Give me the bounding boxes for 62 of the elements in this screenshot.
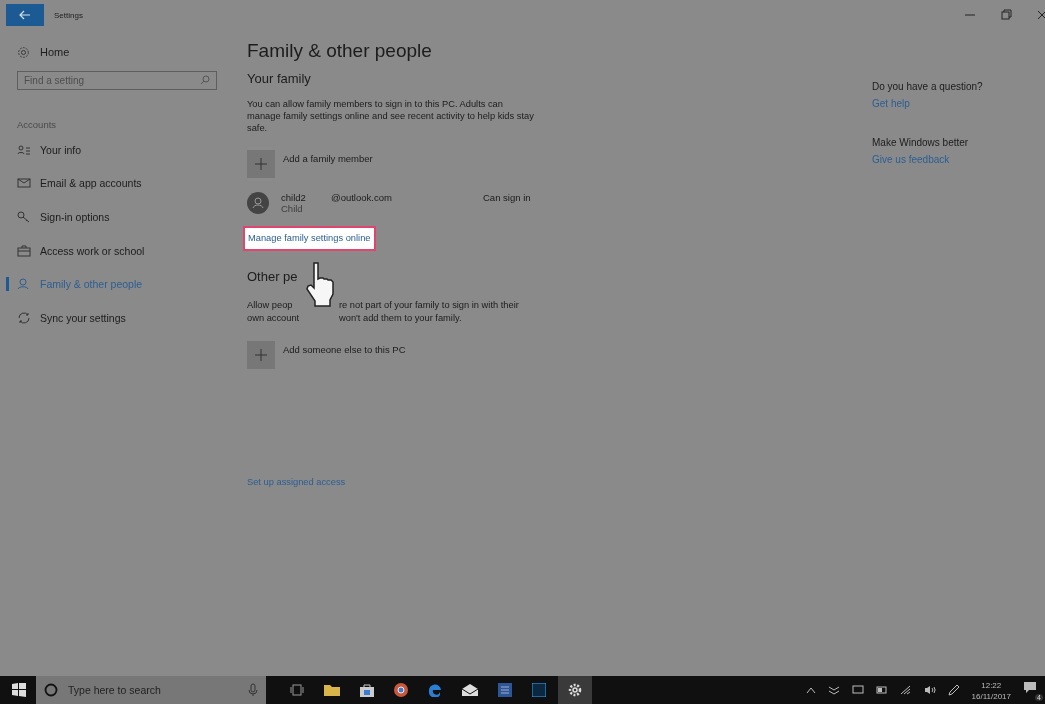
gear-icon — [17, 45, 30, 59]
plus-icon — [255, 349, 267, 361]
key-icon — [17, 211, 31, 223]
shopping-bag-icon[interactable] — [360, 683, 374, 697]
section-heading: Other pe — [247, 269, 299, 286]
member-status: Can sign in — [483, 191, 531, 203]
help-heading: Do you have a question? — [872, 81, 984, 92]
settings-icon[interactable] — [568, 683, 582, 697]
clock-time: 12:22 — [981, 680, 1002, 691]
member-role: Child — [281, 203, 304, 214]
taskbar-search-box[interactable]: Type here to search — [36, 676, 266, 704]
hand-cursor-icon — [303, 261, 337, 307]
sync-icon — [17, 311, 31, 324]
add-someone-label[interactable]: Add someone else to this PC — [283, 344, 406, 355]
help-heading: Make Windows better — [872, 137, 970, 148]
member-name: child2 — [281, 192, 307, 203]
sidebar-item[interactable]: Sync your settings — [0, 300, 235, 335]
mail-icon[interactable] — [462, 684, 478, 696]
avatar-icon — [247, 192, 269, 214]
sidebar-item[interactable]: Your info — [0, 133, 235, 167]
briefcase-icon — [17, 244, 31, 257]
sidebar-item[interactable]: Sign-in options — [0, 200, 235, 234]
manage-family-link[interactable]: Manage family settings online — [243, 226, 377, 251]
pen-icon[interactable] — [947, 684, 960, 696]
back-arrow-icon — [19, 10, 31, 20]
circle-icon — [44, 683, 58, 697]
sidebar-item[interactable]: Access work or school — [0, 233, 235, 268]
search-field[interactable]: Find a setting — [17, 71, 217, 90]
plus-icon — [255, 158, 267, 170]
description-text: You can allow family members to sign in to this PC. Adults can manage family settings online and see recent activity to help kids stay safe. — [247, 98, 535, 134]
person-icon — [17, 278, 31, 291]
home-link[interactable]: Home — [0, 44, 235, 60]
taskbar-search-field[interactable]: Type here to search — [66, 683, 240, 697]
close-icon[interactable] — [1036, 9, 1045, 21]
description-text: won't add them to your family. — [339, 312, 462, 325]
envelope-icon — [17, 177, 31, 190]
add-family-member-label[interactable]: Add a family member — [283, 153, 373, 164]
notification-icon[interactable] — [1023, 681, 1037, 693]
person-lines-icon — [17, 143, 31, 156]
restore-icon[interactable] — [1000, 9, 1012, 21]
folder-icon[interactable] — [324, 684, 340, 696]
sidebar-item[interactable]: Email & app accounts — [0, 166, 235, 201]
section-heading: Your family — [247, 71, 312, 88]
window-title: Settings — [54, 10, 83, 20]
monitor-icon[interactable] — [851, 685, 864, 695]
microphone-icon — [248, 683, 258, 697]
image-editor-icon[interactable] — [532, 683, 546, 697]
edge-icon[interactable] — [428, 683, 442, 697]
windows-start-icon[interactable] — [12, 683, 26, 697]
clock-date: 16/11/2017 — [971, 691, 1011, 702]
description-text: Allow peop — [247, 299, 294, 312]
member-email: @outlook.com — [331, 191, 393, 203]
chevron-up-icon[interactable] — [805, 686, 816, 694]
back-button[interactable] — [6, 4, 44, 26]
page-title: Family & other people — [247, 40, 433, 63]
browser-icon[interactable] — [394, 683, 408, 697]
search-icon — [200, 75, 210, 85]
speaker-icon[interactable] — [923, 685, 936, 695]
task-view-icon[interactable] — [290, 684, 304, 696]
description-text: re not part of your family to sign in with their — [339, 299, 519, 312]
battery-icon[interactable] — [875, 686, 888, 694]
description-text: own account — [247, 312, 301, 325]
